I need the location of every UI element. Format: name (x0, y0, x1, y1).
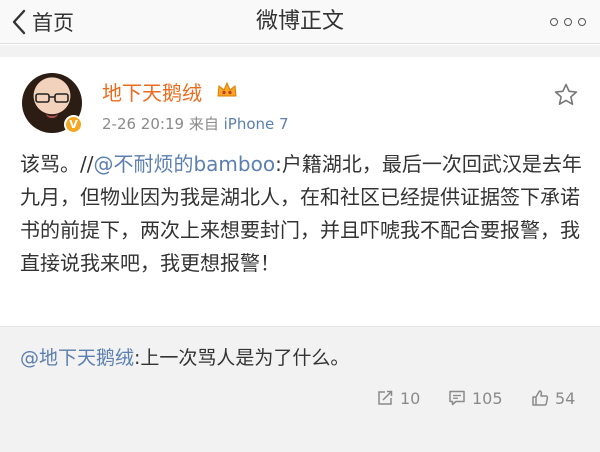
post-body: 该骂。//@不耐烦的bamboo:户籍湖北，最后一次回武汉是去年九月，但物业因为… (20, 148, 588, 280)
verified-badge: V (64, 115, 83, 134)
nav-bar: 首页 微博正文 (0, 0, 600, 44)
retweet-mention[interactable]: @地下天鹅绒 (20, 347, 134, 369)
comment-icon (449, 390, 465, 406)
bottom-filler (0, 412, 600, 452)
page-title: 微博正文 (255, 9, 344, 34)
like-count: 54 (555, 388, 576, 408)
more-dots-icon (550, 18, 558, 26)
post-source[interactable]: iPhone 7 (224, 115, 289, 133)
comment-count: 105 (472, 388, 503, 408)
mention-link[interactable]: @不耐烦的bamboo (93, 152, 275, 176)
like-button[interactable]: 54 (531, 386, 575, 410)
post-time: 2-26 20:19 (102, 115, 185, 133)
retweet-panel[interactable]: @地下天鹅绒:上一次骂人是为了什么。 (0, 326, 600, 386)
repost-count: 10 (400, 388, 421, 408)
like-icon (532, 390, 549, 406)
post-meta: 2-26 20:19 来自 iPhone 7 (102, 113, 289, 134)
source-prefix: 来自 (188, 115, 219, 133)
avatar-mouth (46, 113, 58, 118)
section-divider (0, 45, 600, 57)
repost-button[interactable]: 10 (376, 386, 420, 410)
star-icon[interactable] (553, 82, 579, 108)
repost-icon (378, 390, 393, 405)
retweet-body: :上一次骂人是为了什么。 (134, 347, 350, 369)
glasses-graphic (35, 93, 69, 103)
action-bar: 10 105 54 (0, 386, 600, 412)
crown-icon (217, 81, 237, 97)
post-body-lead: 该骂。// (20, 152, 94, 176)
retweet-text: @地下天鹅绒:上一次骂人是为了什么。 (20, 343, 349, 370)
post-header: V 地下天鹅绒 2-26 20:19 来自 iPhone 7 (0, 57, 600, 142)
author-name[interactable]: 地下天鹅绒 (102, 77, 202, 106)
more-button[interactable] (550, 10, 586, 34)
comment-button[interactable]: 105 (448, 386, 503, 410)
